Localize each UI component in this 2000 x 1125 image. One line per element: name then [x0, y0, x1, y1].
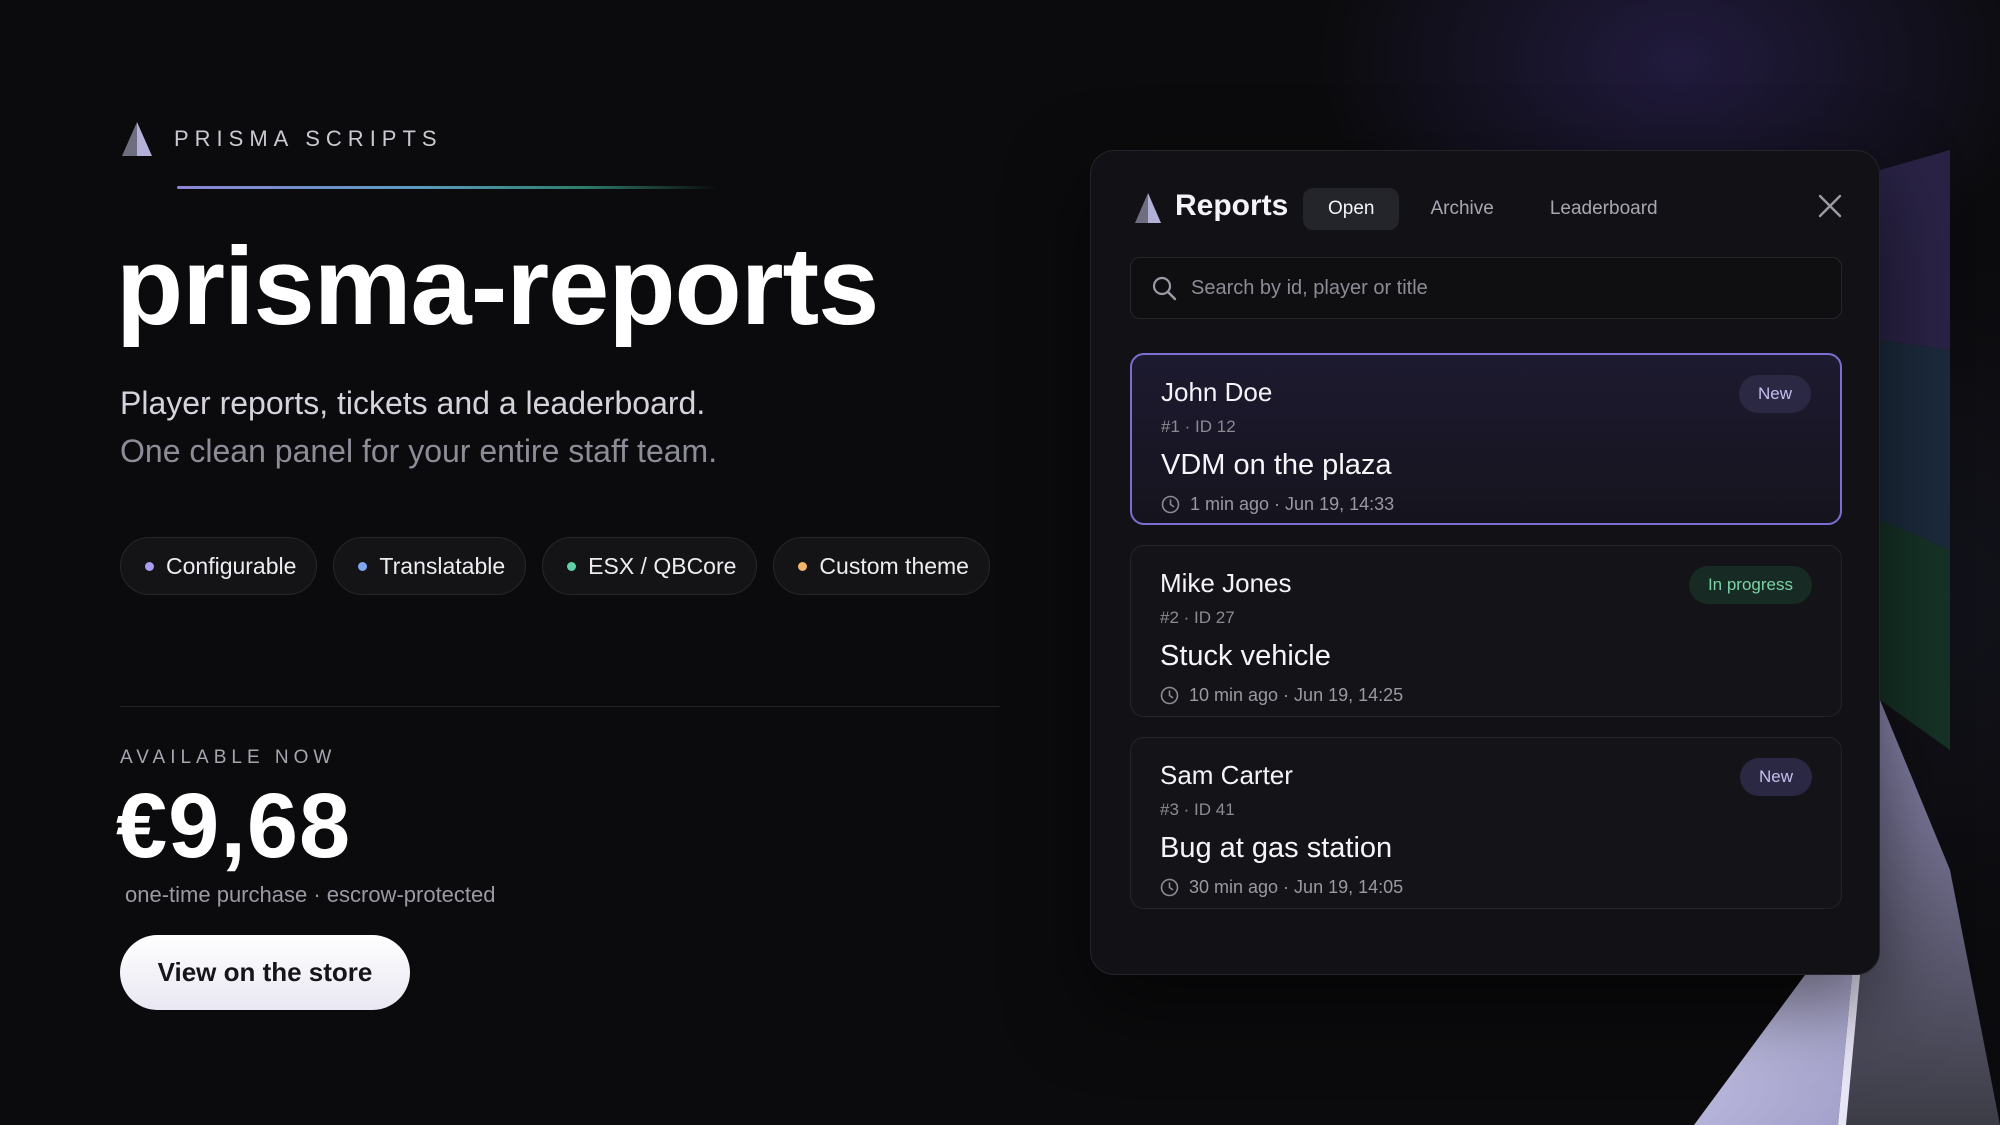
report-meta: #3 · ID 41 [1160, 800, 1235, 819]
report-player: Sam Carter [1160, 760, 1293, 790]
report-title: Stuck vehicle [1160, 640, 1331, 672]
report-player: Mike Jones [1160, 568, 1292, 598]
brand-name: PRISMA SCRIPTS [174, 126, 443, 151]
product-subtitle-line2: One clean panel for your entire staff te… [120, 433, 718, 469]
report-card[interactable]: John Doe #1 · ID 12 VDM on the plaza 1 m… [1130, 353, 1842, 525]
feature-chip-configurable: Configurable [120, 537, 318, 595]
chip-label: Configurable [166, 552, 297, 579]
tab-open[interactable]: Open [1303, 188, 1400, 230]
chip-dot [567, 561, 577, 571]
product-title: prisma-reports [116, 225, 879, 348]
clock-icon [1160, 878, 1179, 897]
panel-tabs: Open Archive Leaderboard [1303, 188, 1683, 230]
chip-label: ESX / QBCore [588, 552, 737, 579]
report-time: 10 min ago · Jun 19, 14:25 [1160, 685, 1403, 706]
status-badge: New [1738, 375, 1811, 413]
report-time-text: 1 min ago · Jun 19, 14:33 [1190, 494, 1395, 514]
chip-label: Custom theme [819, 552, 969, 579]
clock-icon [1160, 686, 1179, 705]
report-title: VDM on the plaza [1161, 449, 1392, 481]
search-input[interactable] [1191, 276, 1791, 300]
tab-archive[interactable]: Archive [1405, 188, 1518, 230]
chip-dot [798, 561, 808, 571]
report-meta: #1 · ID 12 [1161, 417, 1236, 436]
brand-header: PRISMA SCRIPTS [122, 122, 443, 156]
brand-gradient-rule [177, 186, 717, 189]
report-time: 30 min ago · Jun 19, 14:05 [1160, 877, 1403, 898]
product-subtitle-line1: Player reports, tickets and a leaderboar… [120, 385, 706, 421]
prisma-logo-icon [122, 122, 152, 156]
chip-label: Translatable [379, 552, 506, 579]
report-time: 1 min ago · Jun 19, 14:33 [1161, 494, 1394, 515]
status-badge: In progress [1688, 566, 1812, 604]
feature-chips: Configurable Translatable ESX / QBCore C… [120, 537, 990, 595]
price: €9,68 [116, 775, 352, 877]
report-time-text: 30 min ago · Jun 19, 14:05 [1189, 877, 1404, 897]
price-note: one-time purchase · escrow-protected [125, 882, 496, 907]
report-card[interactable]: Mike Jones #2 · ID 27 Stuck vehicle 10 m… [1130, 545, 1842, 717]
reports-list: John Doe #1 · ID 12 VDM on the plaza 1 m… [1130, 353, 1842, 929]
close-icon[interactable] [1817, 193, 1843, 219]
view-store-button[interactable]: View on the store [120, 935, 410, 1010]
report-meta: #2 · ID 27 [1160, 608, 1235, 627]
search-icon [1152, 276, 1177, 301]
report-title: Bug at gas station [1160, 832, 1393, 864]
chip-dot [145, 561, 154, 571]
hero-page: PRISMA SCRIPTS prisma-reports Player rep… [0, 0, 2000, 1125]
panel-title: Reports [1175, 189, 1289, 222]
status-badge: New [1739, 758, 1812, 796]
prisma-logo-icon [1135, 193, 1161, 223]
chip-dot [358, 561, 368, 571]
tab-leaderboard[interactable]: Leaderboard [1525, 188, 1683, 230]
availability-label: AVAILABLE NOW [120, 747, 337, 768]
feature-chip-translatable: Translatable [333, 537, 527, 595]
feature-chip-framework: ESX / QBCore [542, 537, 758, 595]
reports-panel: Reports Open Archive Leaderboard John Do… [1090, 150, 1880, 975]
report-time-text: 10 min ago · Jun 19, 14:25 [1189, 685, 1404, 705]
clock-icon [1161, 495, 1180, 514]
section-divider [120, 706, 1000, 707]
search-box [1130, 257, 1842, 319]
feature-chip-custom-theme: Custom theme [773, 537, 990, 595]
report-player: John Doe [1161, 377, 1273, 407]
report-card[interactable]: Sam Carter #3 · ID 41 Bug at gas station… [1130, 737, 1842, 909]
